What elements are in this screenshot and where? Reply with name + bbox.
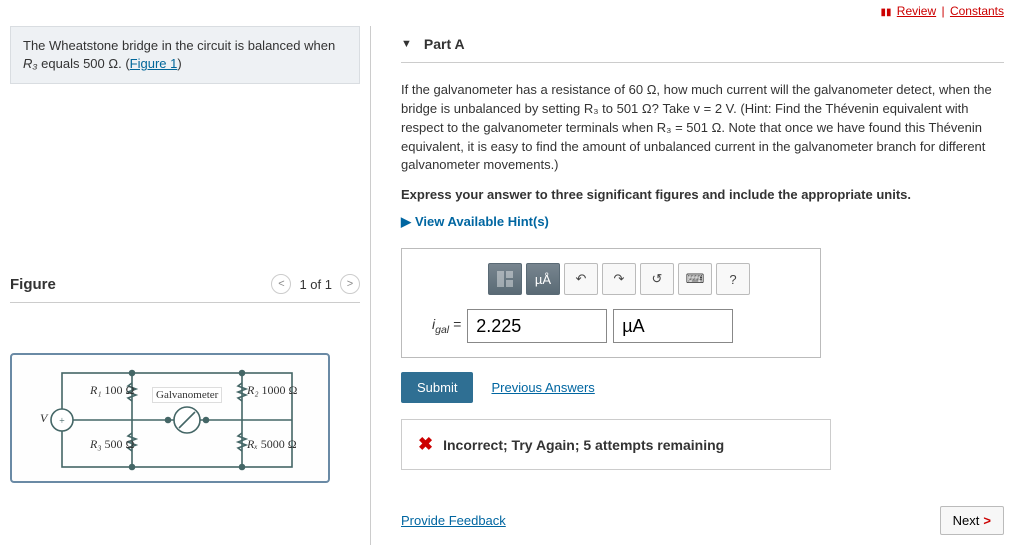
- answer-instruction: Express your answer to three significant…: [401, 187, 1004, 202]
- redo-button[interactable]: ↷: [602, 263, 636, 295]
- figure-title: Figure: [10, 276, 56, 293]
- figure-prev-button[interactable]: <: [271, 274, 291, 294]
- flag-icon: ▮▮: [880, 7, 891, 18]
- reset-button[interactable]: ↺: [640, 263, 674, 295]
- incorrect-icon: ✖: [418, 434, 433, 455]
- undo-button[interactable]: ↶: [564, 263, 598, 295]
- provide-feedback-link[interactable]: Provide Feedback: [401, 513, 506, 528]
- answer-label: igal =: [432, 316, 461, 336]
- problem-statement: The Wheatstone bridge in the circuit is …: [10, 26, 360, 84]
- next-button[interactable]: Next>: [940, 506, 1004, 535]
- question-text: If the galvanometer has a resistance of …: [401, 81, 1004, 175]
- feedback-text: Incorrect; Try Again; 5 attempts remaini…: [443, 437, 724, 453]
- help-button[interactable]: ?: [716, 263, 750, 295]
- previous-answers-link[interactable]: Previous Answers: [491, 380, 594, 395]
- templates-button[interactable]: [488, 263, 522, 295]
- circuit-figure: + V R₁ 100 Ω Galvanometer R₂ 1000 Ω R₃ 5…: [10, 353, 330, 483]
- hints-toggle[interactable]: ▶View Available Hint(s): [401, 214, 549, 230]
- constants-link[interactable]: Constants: [950, 4, 1004, 18]
- submit-button[interactable]: Submit: [401, 372, 473, 403]
- part-header[interactable]: ▼ Part A: [401, 26, 1004, 63]
- part-title: Part A: [424, 36, 465, 52]
- figure-pager: 1 of 1: [299, 277, 332, 292]
- top-links: ▮▮ Review | Constants: [0, 0, 1024, 26]
- review-link[interactable]: Review: [897, 4, 936, 18]
- figure-link[interactable]: Figure 1: [130, 56, 178, 71]
- svg-text:+: +: [59, 416, 65, 427]
- feedback-box: ✖ Incorrect; Try Again; 5 attempts remai…: [401, 419, 831, 470]
- units-input[interactable]: [613, 309, 733, 343]
- units-button[interactable]: µÅ: [526, 263, 560, 295]
- answer-box: µÅ ↶ ↷ ↺ ⌨ ? igal =: [401, 248, 821, 358]
- caret-right-icon: ▶: [401, 214, 411, 230]
- caret-down-icon: ▼: [401, 38, 412, 50]
- figure-next-button[interactable]: >: [340, 274, 360, 294]
- keyboard-button[interactable]: ⌨: [678, 263, 712, 295]
- value-input[interactable]: [467, 309, 607, 343]
